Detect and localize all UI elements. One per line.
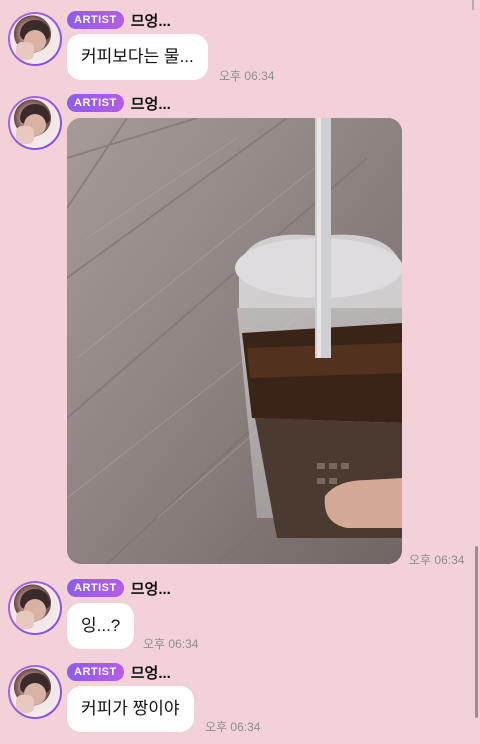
artist-avatar[interactable] — [8, 581, 62, 635]
scrollbar[interactable] — [475, 546, 478, 718]
message-timestamp: 오후 06:34 — [219, 69, 275, 83]
sender-name[interactable]: 므엉... — [131, 578, 171, 599]
sender-row: ARTIST 므엉... — [67, 662, 171, 682]
artist-avatar[interactable] — [8, 665, 62, 719]
artist-badge: ARTIST — [67, 663, 124, 681]
sender-name[interactable]: 므엉... — [131, 662, 171, 683]
artist-avatar[interactable] — [8, 96, 62, 150]
chat-feed: ARTIST 므엉... 커피보다는 물... 오후 06:34 ARTIST … — [0, 0, 480, 744]
artist-badge: ARTIST — [67, 11, 124, 29]
sender-name[interactable]: 므엉... — [131, 10, 171, 31]
avatar-image — [10, 583, 60, 633]
artist-badge: ARTIST — [67, 94, 124, 112]
scroll-indicator-top — [472, 0, 474, 10]
message-timestamp: 오후 06:34 — [143, 637, 199, 651]
avatar-image — [10, 98, 60, 148]
message-bubble[interactable]: 커피보다는 물... — [67, 34, 208, 80]
sender-row: ARTIST 므엉... — [67, 10, 171, 30]
message-timestamp: 오후 06:34 — [409, 553, 465, 567]
avatar-image — [10, 667, 60, 717]
artist-badge: ARTIST — [67, 579, 124, 597]
message-bubble[interactable]: 커피가 짱이야 — [67, 686, 194, 732]
artist-avatar[interactable] — [8, 12, 62, 66]
photo-iced-coffee-icon — [67, 118, 402, 564]
sender-row: ARTIST 므엉... — [67, 93, 171, 113]
sender-row: ARTIST 므엉... — [67, 578, 171, 598]
message-bubble[interactable]: 잉...? — [67, 603, 135, 649]
avatar-image — [10, 14, 60, 64]
sender-name[interactable]: 므엉... — [131, 93, 171, 114]
photo-message[interactable] — [67, 118, 402, 564]
message-timestamp: 오후 06:34 — [205, 720, 261, 734]
